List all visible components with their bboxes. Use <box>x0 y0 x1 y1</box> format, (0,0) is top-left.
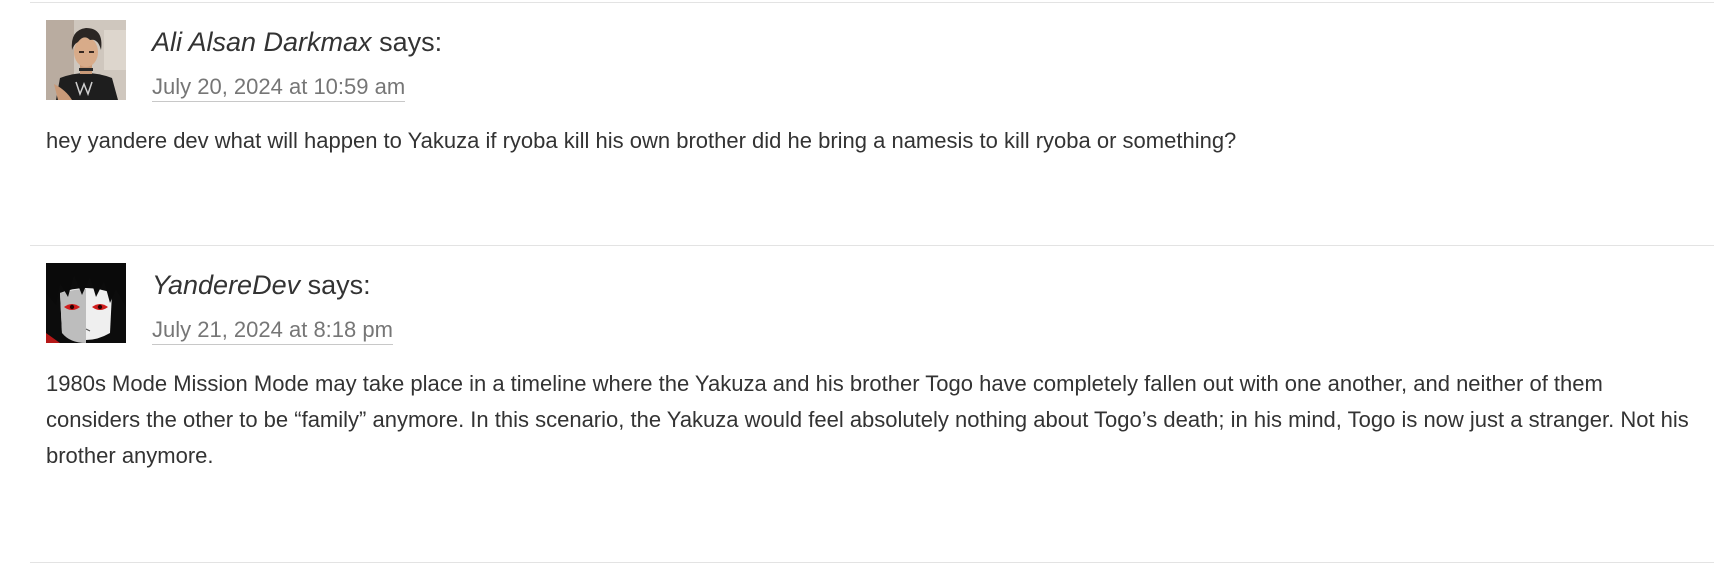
comment-text: hey yandere dev what will happen to Yaku… <box>46 128 1237 153</box>
comment-author-line: YandereDev says: <box>152 268 371 302</box>
says-label: says: <box>379 27 443 57</box>
says-label: says: <box>307 270 371 300</box>
comment: YandereDev says: July 21, 2024 at 8:18 p… <box>30 245 1714 563</box>
comment-author-line: Ali Alsan Darkmax says: <box>152 25 442 59</box>
comment-author-name[interactable]: Ali Alsan Darkmax <box>152 27 372 57</box>
comment-date-link[interactable]: July 21, 2024 at 8:18 pm <box>152 316 393 345</box>
comment-date-link[interactable]: July 20, 2024 at 10:59 am <box>152 73 406 102</box>
anime-man-avatar-icon <box>46 20 126 100</box>
comment-text: 1980s Mode Mission Mode may take place i… <box>46 371 1689 468</box>
comment-author-name[interactable]: YandereDev <box>152 270 300 300</box>
comment: Ali Alsan Darkmax says: July 20, 2024 at… <box>30 2 1714 246</box>
red-eyed-anime-avatar-icon <box>46 263 126 343</box>
